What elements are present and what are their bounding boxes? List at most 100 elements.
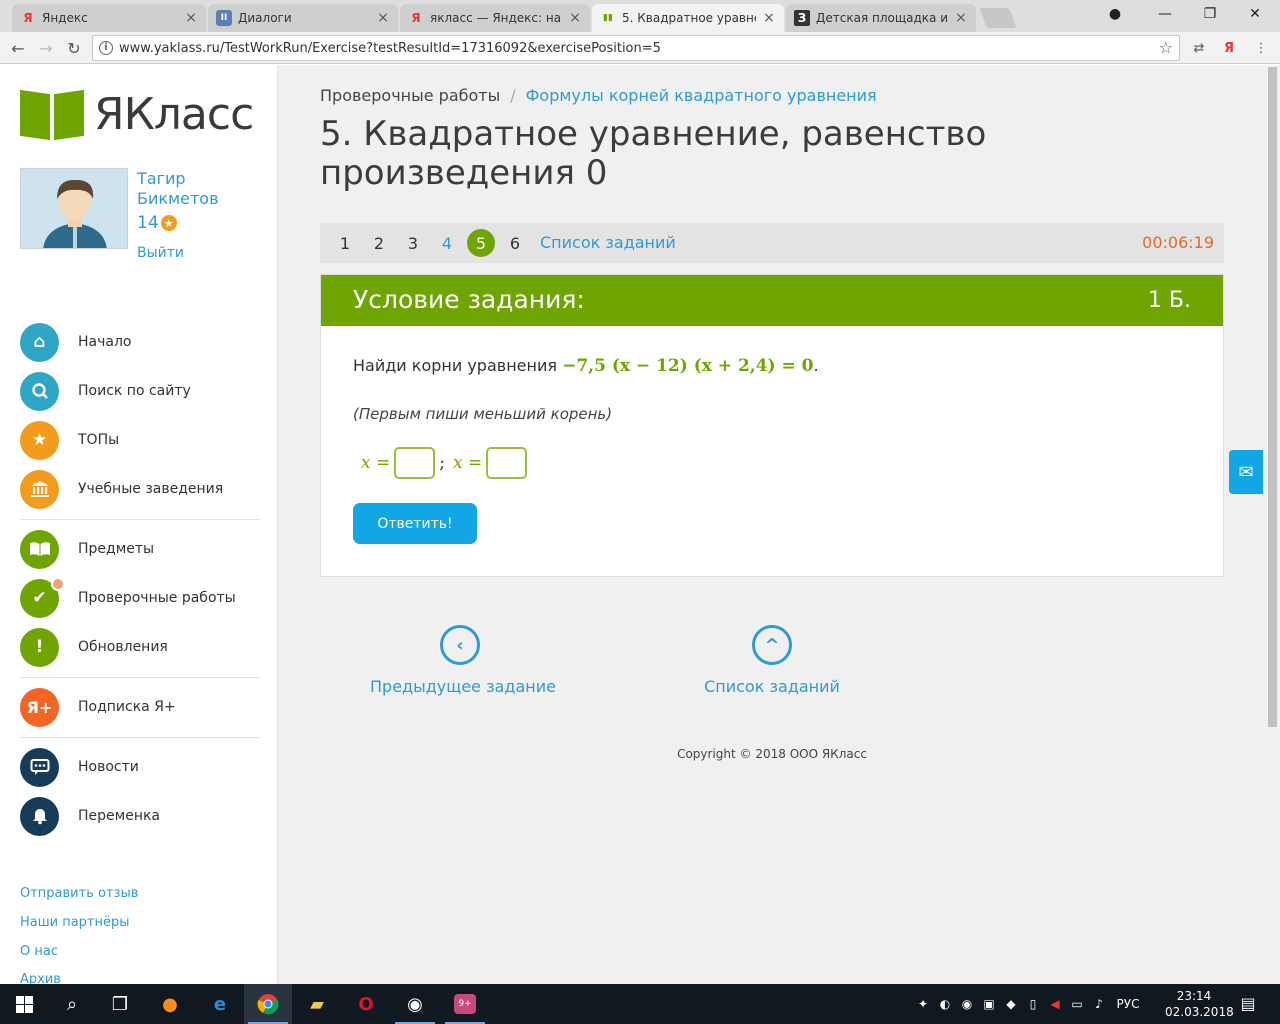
feedback-link[interactable]: Отправить отзыв <box>20 886 138 901</box>
new-tab-button[interactable] <box>979 8 1017 28</box>
sidebar-item-subjects[interactable]: Предметы <box>20 529 154 569</box>
tray-red-icon[interactable]: ◀ <box>1044 997 1066 1011</box>
close-icon[interactable]: × <box>568 10 582 26</box>
task-view-icon[interactable]: ❐ <box>96 984 144 1024</box>
file-explorer-icon[interactable]: ▰ <box>293 984 341 1024</box>
task-question: Найди корни уравнения −7,5 (x − 12) (x +… <box>353 356 819 376</box>
yandex-extension-icon[interactable]: Я <box>1220 39 1238 57</box>
search-icon <box>20 371 59 411</box>
page-scrollbar[interactable] <box>1265 65 1280 984</box>
user-name-link[interactable]: Тагир Бикметов <box>137 169 257 209</box>
battery-icon[interactable]: ▯ <box>1022 997 1044 1011</box>
previous-task-link[interactable]: ‹ Предыдущее задание <box>370 625 556 696</box>
language-indicator[interactable]: РУС <box>1110 997 1146 1011</box>
site-logo[interactable]: ЯКласс <box>20 89 254 140</box>
breadcrumb: Проверочные работы / Формулы корней квадра… <box>320 86 877 105</box>
steam-tray-icon[interactable]: ◉ <box>956 997 978 1011</box>
about-link[interactable]: О нас <box>20 944 58 959</box>
tray-app-icon[interactable]: ✦ <box>912 997 934 1011</box>
browser-tab-znanija[interactable]: З Детская площадка имеет × <box>786 4 976 32</box>
windows-taskbar: ⌕ ❐ ● e ▰ O ◉ 9+ ✦ ◐ ◉ ▣ ◆ ▯ ◀ ▭ ♪ РУС 2… <box>0 984 1280 1024</box>
close-icon[interactable]: × <box>184 10 198 26</box>
pager-item-1[interactable]: 1 <box>331 229 359 257</box>
sidebar-divider <box>20 519 260 520</box>
sidebar-item-label: Начало <box>78 334 132 350</box>
firefox-icon[interactable]: ● <box>146 984 194 1024</box>
edge-icon[interactable]: e <box>196 984 244 1024</box>
tab-title: Детская площадка имеет <box>816 11 948 25</box>
network-icon[interactable]: ▭ <box>1066 997 1088 1011</box>
sidebar-item-schools[interactable]: Учебные заведения <box>20 469 223 509</box>
breadcrumb-current-link[interactable]: Формулы корней квадратного уравнения <box>526 86 877 105</box>
pager-item-4[interactable]: 4 <box>433 229 461 257</box>
bell-icon <box>20 796 59 836</box>
yandex-disk-icon[interactable]: ◆ <box>1000 997 1022 1011</box>
back-button[interactable]: ← <box>6 36 30 60</box>
sidebar-item-search[interactable]: Поиск по сайту <box>20 371 191 411</box>
windows-start-icon[interactable] <box>0 984 48 1024</box>
steam-icon[interactable]: ◉ <box>391 984 439 1024</box>
equation: −7,5 (x − 12) (x + 2,4) = 0 <box>562 356 814 376</box>
bookmark-star-icon[interactable]: ☆ <box>1159 38 1173 57</box>
game-app-icon[interactable]: 9+ <box>441 984 489 1024</box>
answer-separator: ; <box>439 453 445 473</box>
question-text: Найди корни уравнения <box>353 356 557 375</box>
close-icon[interactable]: × <box>762 10 776 26</box>
browser-tab-yaklass[interactable]: ▮▮ 5. Квадратное уравнение × <box>592 4 784 32</box>
close-icon[interactable]: × <box>954 10 968 26</box>
discord-icon[interactable]: ◐ <box>934 997 956 1011</box>
sidebar-item-label: Поиск по сайту <box>78 383 191 399</box>
avatar[interactable] <box>20 168 128 249</box>
answer-input-2[interactable] <box>486 447 528 479</box>
pager-item-5[interactable]: 5 <box>467 229 495 257</box>
sidebar-item-tops[interactable]: ★ ТОПы <box>20 420 119 460</box>
taskbar-clock[interactable]: 23:14 02.03.2018 <box>1165 988 1234 1020</box>
sidebar-item-subscription[interactable]: Я+ Подписка Я+ <box>20 687 176 727</box>
sidebar-item-break[interactable]: Переменка <box>20 796 160 836</box>
browser-tab-yandex[interactable]: Я Яндекс × <box>12 4 206 32</box>
volume-icon[interactable]: ♪ <box>1088 997 1110 1011</box>
partners-link[interactable]: Наши партнёры <box>20 915 130 930</box>
sidebar-item-updates[interactable]: ! Обновления <box>20 627 168 667</box>
pager-item-2[interactable]: 2 <box>365 229 393 257</box>
browser-tab-dialogs[interactable]: II Диалоги × <box>208 4 398 32</box>
sidebar-item-news[interactable]: Новости <box>20 747 139 787</box>
timer: 00:06:19 <box>1142 233 1214 252</box>
chevron-up-icon: ^ <box>752 625 792 665</box>
profile-icon[interactable]: ● <box>1095 0 1135 28</box>
minimize-button[interactable]: — <box>1145 0 1185 28</box>
task-list-bottom-link[interactable]: ^ Список заданий <box>692 625 852 696</box>
url-text: www.yaklass.ru/TestWorkRun/Exercise?test… <box>119 40 661 56</box>
forward-button[interactable]: → <box>34 36 58 60</box>
archive-link[interactable]: Архив <box>20 972 61 984</box>
close-window-button[interactable]: ✕ <box>1235 0 1275 28</box>
answer-input-1[interactable] <box>394 447 436 479</box>
feedback-mail-button[interactable]: ✉ <box>1229 450 1263 494</box>
translate-extension-icon[interactable]: ⇄ <box>1190 39 1208 57</box>
close-icon[interactable]: × <box>376 10 390 26</box>
address-bar[interactable]: i www.yaklass.ru/TestWorkRun/Exercise?te… <box>92 35 1180 61</box>
sidebar-item-tests[interactable]: ✔ Проверочные работы <box>20 576 236 618</box>
breadcrumb-parent-link[interactable]: Проверочные работы <box>320 86 500 105</box>
browser-tab-yandex-search[interactable]: Я якласс — Яндекс: нашлось × <box>400 4 590 32</box>
logout-link[interactable]: Выйти <box>137 245 184 261</box>
info-icon[interactable]: i <box>99 41 113 55</box>
opera-icon[interactable]: O <box>342 984 390 1024</box>
sidebar-item-label: ТОПы <box>78 432 120 448</box>
home-icon: ⌂ <box>20 322 59 362</box>
pager-item-3[interactable]: 3 <box>399 229 427 257</box>
submit-button[interactable]: Ответить! <box>353 503 477 544</box>
pager-item-6[interactable]: 6 <box>501 229 529 257</box>
restore-button[interactable]: ❐ <box>1190 0 1230 28</box>
search-icon[interactable]: ⌕ <box>48 984 96 1024</box>
chrome-icon[interactable] <box>244 984 292 1024</box>
action-center-icon[interactable]: ▤ <box>1238 994 1258 1014</box>
task-list-link[interactable]: Список заданий <box>540 233 676 252</box>
yaplus-icon: Я+ <box>20 687 59 727</box>
scrollbar-thumb[interactable] <box>1268 67 1277 727</box>
reload-button[interactable]: ↻ <box>62 36 86 60</box>
task-card: Условие задания: 1 Б. Найди корни уравне… <box>320 274 1224 577</box>
windows-defender-icon[interactable]: ▣ <box>978 997 1000 1011</box>
sidebar-item-home[interactable]: ⌂ Начало <box>20 322 131 362</box>
menu-dots-icon[interactable]: ⋮ <box>1252 39 1270 57</box>
